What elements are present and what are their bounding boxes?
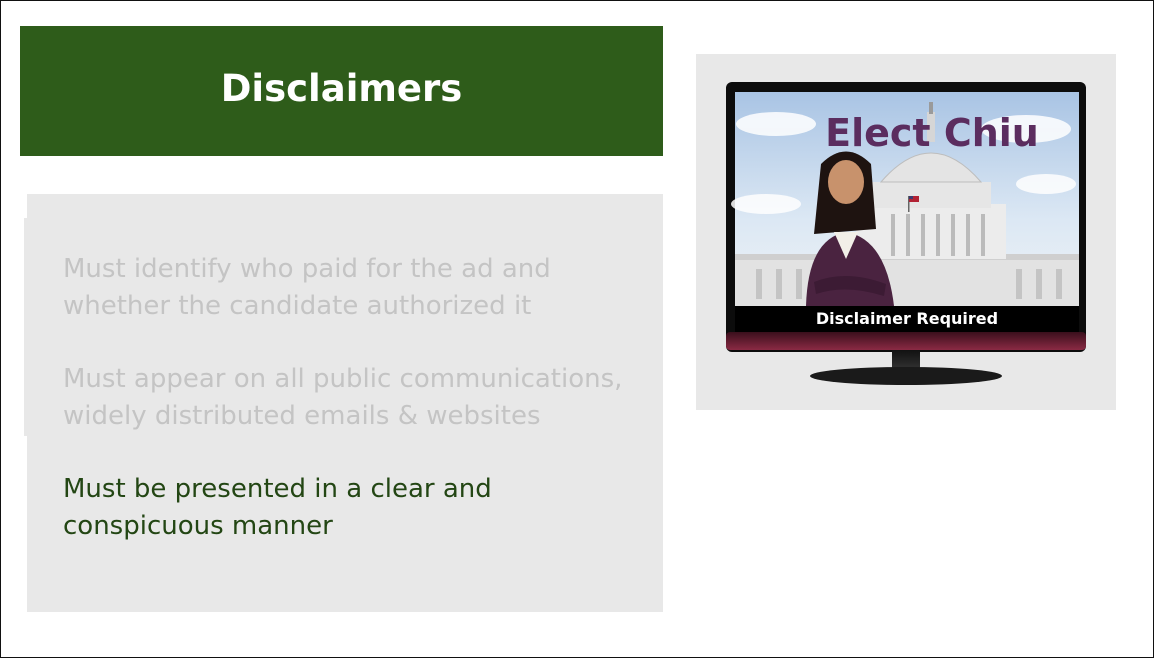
title-bar: Disclaimers: [20, 26, 663, 156]
tv-caption: Disclaimer Required: [816, 309, 998, 328]
content-box: Must identify who paid for the ad and wh…: [24, 194, 663, 612]
bullet-clear-conspicuous: Must be presented in a clear and conspic…: [63, 474, 492, 541]
tv-stand-base: [810, 367, 1002, 385]
tv-image-panel: Elect Chiu Disclaimer Required: [696, 54, 1116, 410]
tv-headline: Elect Chiu: [825, 111, 1039, 155]
slide-title: Disclaimers: [220, 66, 463, 110]
content-box-edge: [24, 218, 27, 436]
bullet-paid-for: Must identify who paid for the ad and wh…: [63, 254, 551, 321]
bullet-public-communications: Must appear on all public communications…: [63, 364, 623, 431]
tv-illustration: Elect Chiu Disclaimer Required: [726, 82, 1086, 385]
tv-bottom-bezel: [726, 332, 1086, 350]
slide: Disclaimers Must identify who paid for t…: [0, 0, 1154, 658]
